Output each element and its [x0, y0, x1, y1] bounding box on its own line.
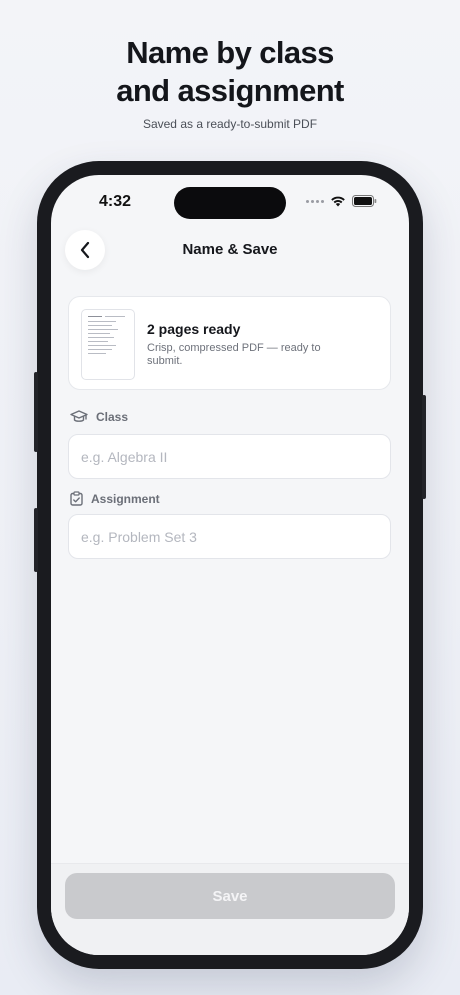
bottom-action-bar: Save: [51, 863, 409, 955]
phone-side-button: [34, 372, 38, 452]
marketing-subheadline: Saved as a ready-to-submit PDF: [142, 117, 318, 131]
document-status-description: Crisp, compressed PDF — ready to submit.: [147, 342, 321, 367]
wifi-icon: [331, 196, 345, 207]
phone-power-button: [422, 395, 426, 499]
clipboard-check-icon: [70, 491, 83, 506]
graduation-cap-icon: [70, 410, 88, 422]
status-time: 4:32: [99, 193, 132, 210]
document-status-title: 2 pages ready: [147, 321, 241, 337]
document-thumbnail: [81, 309, 135, 380]
phone-side-button: [34, 508, 38, 572]
cellular-dots-icon: [306, 199, 324, 203]
page-title: Name & Save: [182, 241, 278, 258]
headline-line-2: and assignment: [116, 73, 344, 108]
assignment-label-text: Assignment: [91, 491, 160, 506]
battery-icon: [352, 195, 377, 207]
class-label-text: Class: [96, 410, 129, 424]
document-summary-card: 2 pages ready Crisp, compressed PDF — re…: [68, 296, 391, 390]
app-screen: 4:32 Name & Save 2 pages ready Crisp, co…: [51, 175, 409, 955]
class-field-label: Class: [70, 410, 128, 424]
assignment-field-label: Assignment: [70, 491, 160, 506]
assignment-input[interactable]: [68, 514, 391, 559]
class-input[interactable]: [68, 434, 391, 479]
headline-line-1: Name by class: [126, 35, 334, 70]
save-button[interactable]: Save: [65, 873, 395, 919]
status-icons: [306, 195, 377, 207]
marketing-headline: Name by class and assignment: [0, 34, 460, 110]
dynamic-island: [174, 187, 286, 219]
